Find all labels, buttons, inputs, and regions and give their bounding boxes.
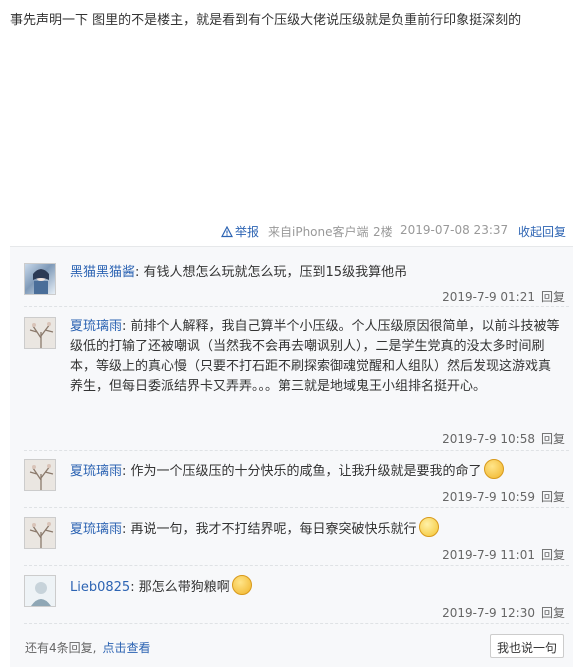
reply-username[interactable]: 夏琉璃雨 — [70, 319, 122, 334]
view-more-link[interactable]: 点击查看 — [102, 641, 150, 655]
smile-emoji-icon — [483, 459, 504, 479]
reply-button[interactable]: 回复 — [541, 490, 565, 504]
reply-item: 黑猫黑猫酱: 有钱人想怎么玩就怎么玩，压到15级我算他吊 2019-7-9 01… — [24, 263, 569, 307]
avatar[interactable] — [24, 459, 56, 491]
reply-time: 2019-7-9 10:59 — [442, 490, 535, 504]
client-source: 来自iPhone客户端 — [268, 225, 369, 239]
more-replies-count: 还有4条回复, — [25, 641, 97, 655]
reply-time: 2019-7-9 10:58 — [442, 432, 535, 446]
reply-username[interactable]: 黑猫黑猫酱 — [70, 265, 135, 280]
reply-button[interactable]: 回复 — [541, 290, 565, 304]
reply-time: 2019-7-9 12:30 — [442, 606, 535, 620]
reply-text: : 那怎么带狗粮啊 — [130, 580, 230, 595]
avatar[interactable] — [24, 317, 56, 349]
avatar[interactable] — [24, 517, 56, 549]
reply-button[interactable]: 回复 — [541, 432, 565, 446]
reply-body: 黑猫黑猫酱: 有钱人想怎么玩就怎么玩，压到15级我算他吊 — [70, 263, 562, 283]
avatar-image — [29, 322, 54, 348]
avatar-image — [31, 582, 51, 606]
collapse-replies-link[interactable]: 收起回复 — [518, 223, 566, 240]
reply-button[interactable]: 回复 — [541, 606, 565, 620]
avatar[interactable] — [24, 263, 56, 295]
reply-footer: 2019-7-9 10:58 回复 — [442, 430, 565, 447]
reply-footer: 2019-7-9 01:21 回复 — [442, 288, 565, 305]
reply-body: 夏琉璃雨: 作为一个压级压的十分快乐的咸鱼，让我升级就是要我的命了 — [70, 459, 562, 482]
reply-text: : 前排个人解释，我自己算半个小压级。个人压级原因很简单，以前斗技被等级低的打输… — [70, 319, 560, 394]
avatar-image — [29, 464, 54, 490]
reply-body: 夏琉璃雨: 再说一句，我才不打结界呢，每日寮突破快乐就行 — [70, 517, 562, 540]
reply-username[interactable]: Lieb0825 — [70, 580, 130, 595]
floor-number: 2楼 — [373, 225, 393, 239]
report-label[interactable]: 举报 — [235, 223, 259, 240]
reply-footer: 2019-7-9 10:59 回复 — [442, 488, 565, 505]
pleading-emoji-icon — [231, 575, 252, 595]
reply-footer: 2019-7-9 12:30 回复 — [442, 604, 565, 621]
reply-item: 夏琉璃雨: 再说一句，我才不打结界呢，每日寮突破快乐就行 2019-7-9 11… — [24, 517, 569, 566]
reply-text: : 有钱人想怎么玩就怎么玩，压到15级我算他吊 — [135, 265, 408, 280]
reply-text: : 作为一个压级压的十分快乐的咸鱼，让我升级就是要我的命了 — [122, 464, 482, 479]
reply-username[interactable]: 夏琉璃雨 — [70, 522, 122, 537]
more-replies: 还有4条回复, 点击查看 — [25, 639, 150, 656]
reply-list: 黑猫黑猫酱: 有钱人想怎么玩就怎么玩，压到15级我算他吊 2019-7-9 01… — [10, 246, 573, 667]
post-meta: 举报 来自iPhone客户端 2楼 2019-07-08 23:37 收起回复 — [0, 223, 571, 241]
avatar-image — [29, 522, 54, 548]
say-something-button[interactable]: 我也说一句 — [490, 634, 564, 658]
reply-time: 2019-7-9 11:01 — [442, 548, 535, 562]
avatar-image — [33, 269, 49, 294]
reply-item: Lieb0825: 那怎么带狗粮啊 2019-7-9 12:30 回复 — [24, 575, 569, 624]
reply-time: 2019-7-9 01:21 — [442, 290, 535, 304]
warning-icon — [221, 225, 233, 237]
reply-item: 夏琉璃雨: 前排个人解释，我自己算半个小压级。个人压级原因很简单，以前斗技被等级… — [24, 317, 569, 451]
avatar[interactable] — [24, 575, 56, 607]
reply-text: : 再说一句，我才不打结界呢，每日寮突破快乐就行 — [122, 522, 417, 537]
reply-body: 夏琉璃雨: 前排个人解释，我自己算半个小压级。个人压级原因很简单，以前斗技被等级… — [70, 317, 562, 397]
reply-body: Lieb0825: 那怎么带狗粮啊 — [70, 575, 562, 598]
reply-button[interactable]: 回复 — [541, 548, 565, 562]
post-time: 2019-07-08 23:37 — [400, 223, 509, 237]
reply-footer: 2019-7-9 11:01 回复 — [442, 546, 565, 563]
shy-emoji-icon — [418, 517, 439, 537]
reply-username[interactable]: 夏琉璃雨 — [70, 464, 122, 479]
reply-item: 夏琉璃雨: 作为一个压级压的十分快乐的咸鱼，让我升级就是要我的命了 2019-7… — [24, 459, 569, 508]
post-content: 事先声明一下 图里的不是楼主，就是看到有个压级大佬说压级就是负重前行印象挺深刻的 — [10, 13, 522, 28]
report-link[interactable]: 举报 — [221, 223, 259, 240]
